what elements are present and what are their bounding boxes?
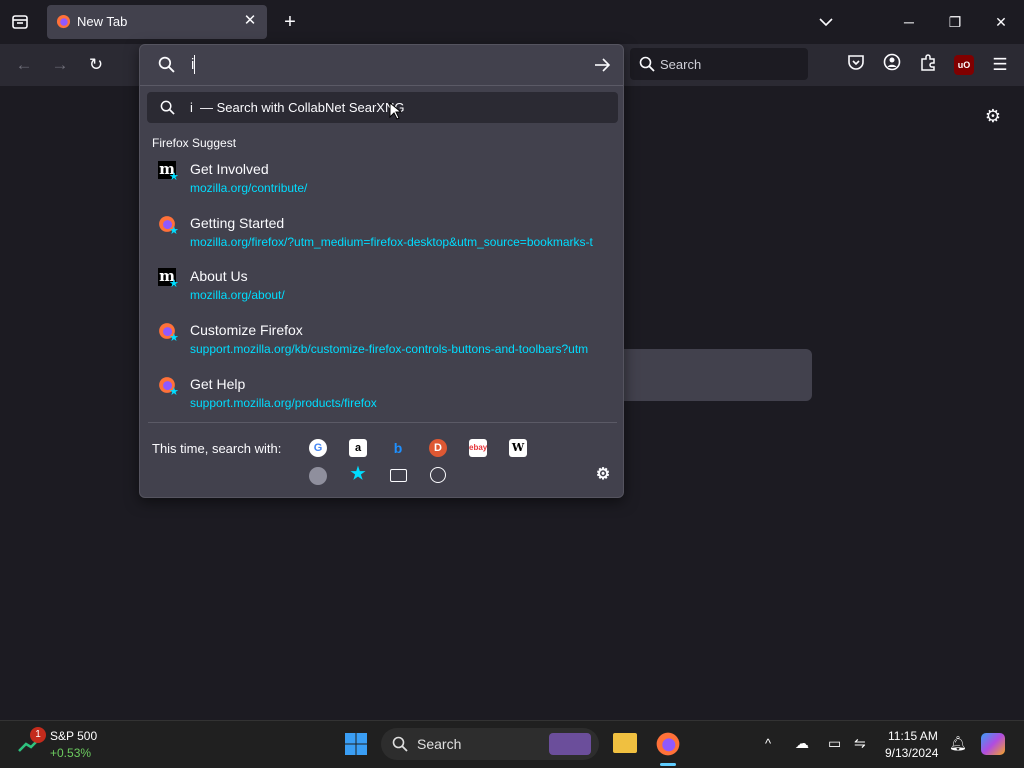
tab-new-tab[interactable]: New Tab ✕ [47,5,267,39]
tab-strip: New Tab ✕ + ─ ❐ ✕ [0,0,1024,44]
taskbar-search[interactable]: Search [381,728,599,760]
display-icon[interactable]: ▭ [828,735,841,752]
heuristic-description: — Search with CollabNet SearXNG [200,100,405,115]
ebay-icon[interactable]: ebay [469,439,487,457]
go-arrow-icon[interactable] [594,57,611,73]
suggestion-row[interactable]: ★ Get Help support.mozilla.org/products/… [148,368,618,422]
widget-title[interactable]: S&P 500 [50,729,97,743]
suggestion-row[interactable]: ★ Customize Firefox support.mozilla.org/… [148,314,618,368]
windows-start-icon[interactable] [344,732,368,756]
tabs-icon[interactable] [390,469,407,482]
suggestion-url: support.mozilla.org/products/firefox [190,396,377,410]
list-all-tabs-icon[interactable] [814,10,838,34]
search-icon [392,736,408,752]
copilot-icon[interactable] [981,733,1005,755]
minimize-button[interactable]: ─ [897,10,921,34]
searxng-icon[interactable] [309,467,327,485]
widget-value: +0.53% [50,746,92,760]
history-icon[interactable] [430,467,446,483]
suggestion-url: mozilla.org/contribute/ [190,181,308,195]
one-off-label: This time, search with: [152,441,282,456]
maximize-button[interactable]: ❐ [943,10,967,34]
search-icon [639,56,655,72]
menu-icon[interactable]: ☰ [988,53,1012,77]
text-caret [194,55,195,74]
close-window-button[interactable]: ✕ [989,10,1013,34]
page-settings-icon[interactable]: ⚙ [982,105,1004,127]
bookmark-star-icon: ★ [169,278,179,290]
suggestion-url: support.mozilla.org/kb/customize-firefox… [190,342,589,356]
suggestion-row[interactable]: m ★ Get Involved mozilla.org/contribute/ [148,153,618,207]
heuristic-search-row[interactable]: i — Search with CollabNet SearXNG [147,92,618,123]
clock-date[interactable]: 9/13/2024 [885,746,938,760]
search-highlight-icon [549,733,591,755]
suggestion-title: Customize Firefox [190,322,303,338]
group-label: Firefox Suggest [152,136,237,150]
bookmark-star-icon: ★ [169,386,179,398]
firefox-view-icon[interactable] [8,10,32,34]
firefox-icon [56,14,71,29]
forward-icon[interactable]: → [48,53,72,77]
search-bar[interactable]: Search [630,48,808,80]
amazon-icon[interactable]: a [349,439,367,457]
suggestion-row[interactable]: m ★ About Us mozilla.org/about/ [148,260,618,314]
file-explorer-icon[interactable] [613,733,637,753]
taskbar-search-label: Search [417,736,462,752]
google-icon[interactable]: G [309,439,327,457]
bookmarks-icon[interactable]: ★ [349,465,367,483]
duckduckgo-icon[interactable]: D [429,439,447,457]
wikipedia-icon[interactable]: W [509,439,527,457]
active-app-indicator [660,763,676,766]
extensions-icon[interactable] [916,53,940,77]
bing-icon[interactable]: b [389,439,407,457]
search-icon [160,100,175,115]
page-search-box[interactable] [624,349,812,401]
close-tab-icon[interactable]: ✕ [241,12,259,30]
tab-title: New Tab [77,14,128,29]
search-icon [158,56,175,73]
bookmark-star-icon: ★ [169,332,179,344]
firefox-taskbar-icon[interactable] [655,731,681,757]
suggestion-title: Getting Started [190,215,285,231]
suggestion-title: Get Help [190,376,246,392]
urlbar-dropdown: i i — Search with CollabNet SearXNG Fire… [139,44,624,498]
suggestion-url: mozilla.org/about/ [190,288,285,302]
mouse-cursor-icon [389,102,401,120]
back-icon[interactable]: ← [12,53,36,77]
account-icon[interactable] [880,53,904,77]
show-hidden-icons-icon[interactable]: ^ [765,736,771,751]
network-icon[interactable]: ⇋ [854,735,866,752]
search-bar-placeholder: Search [660,57,702,72]
notifications-bell-icon[interactable]: 🔔︎ [949,735,967,752]
ublock-origin-icon[interactable]: uO [954,55,974,75]
bookmark-star-icon: ★ [169,225,179,237]
divider [148,422,617,423]
clock-time[interactable]: 11:15 AM [888,729,938,743]
notification-badge: 1 [30,727,46,743]
bookmark-star-icon: ★ [169,171,179,183]
reload-icon[interactable]: ↻ [84,53,108,77]
pocket-icon[interactable] [844,53,868,77]
suggestion-title: Get Involved [190,161,269,177]
new-tab-button[interactable]: + [278,10,302,34]
search-settings-icon[interactable]: ⚙ [594,466,612,484]
address-bar-input[interactable]: i [140,45,623,86]
suggestion-url: mozilla.org/firefox/?utm_medium=firefox-… [190,235,593,249]
onedrive-icon[interactable]: ☁ [795,735,809,752]
heuristic-query: i [190,100,193,115]
suggestion-row[interactable]: ★ Getting Started mozilla.org/firefox/?u… [148,207,618,261]
suggestion-title: About Us [190,268,248,284]
